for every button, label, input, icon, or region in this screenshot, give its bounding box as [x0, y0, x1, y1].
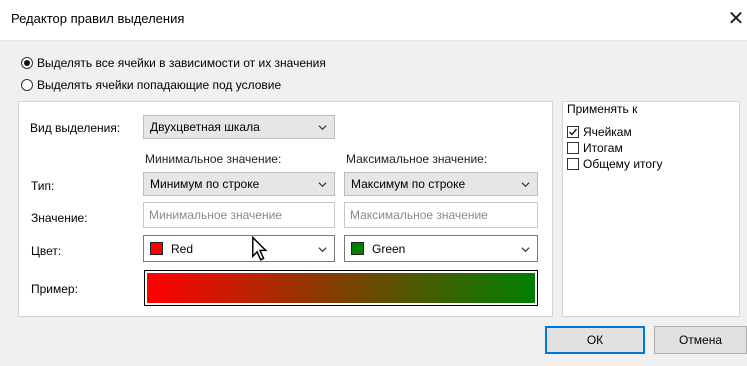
cancel-button[interactable]: Отмена — [654, 326, 747, 354]
min-type-dropdown[interactable]: Минимум по строке — [143, 172, 335, 196]
highlight-type-dropdown[interactable]: Двухцветная шкала — [143, 115, 335, 139]
close-icon[interactable]: ✕ — [725, 6, 747, 32]
highlight-type-label: Вид выделения: — [30, 121, 121, 135]
mouse-cursor-icon — [252, 236, 268, 261]
preview-label: Пример: — [31, 282, 78, 296]
max-value-header: Максимальное значение: — [346, 152, 488, 166]
max-color-name: Green — [372, 241, 406, 256]
max-type-dropdown[interactable]: Максимум по строке — [344, 172, 538, 196]
gradient-preview — [144, 270, 538, 306]
checkbox-checked-icon[interactable] — [567, 126, 579, 138]
min-color-dropdown[interactable]: Red — [143, 235, 335, 262]
radio-highlight-all-label: Выделять все ячейки в зависимости от их … — [37, 56, 326, 70]
min-value-placeholder: Минимальное значение — [149, 208, 282, 222]
type-label: Тип: — [31, 179, 55, 193]
max-color-dropdown[interactable]: Green — [344, 235, 538, 262]
max-value-input[interactable]: Максимальное значение — [344, 202, 538, 228]
apply-to-cells-label: Ячейкам — [583, 125, 632, 139]
radio-highlight-all[interactable]: Выделять все ячейки в зависимости от их … — [21, 56, 326, 70]
apply-to-cells-checkbox[interactable]: Ячейкам — [567, 125, 632, 139]
window-title: Редактор правил выделения — [11, 11, 185, 26]
radio-unchecked-icon[interactable] — [21, 79, 33, 91]
ok-button[interactable]: ОК — [545, 326, 645, 354]
chevron-down-icon — [521, 247, 530, 253]
radio-highlight-condition[interactable]: Выделять ячейки попадающие под условие — [21, 78, 281, 92]
apply-to-header: Применять к — [567, 102, 638, 116]
min-color-name: Red — [171, 241, 194, 256]
checkbox-unchecked-icon[interactable] — [567, 158, 579, 170]
chevron-down-icon — [521, 182, 530, 188]
gradient-preview-fill — [147, 273, 535, 303]
checkbox-unchecked-icon[interactable] — [567, 142, 579, 154]
radio-highlight-condition-label: Выделять ячейки попадающие под условие — [37, 78, 282, 92]
chevron-down-icon — [318, 247, 327, 253]
apply-to-grand-total-checkbox[interactable]: Общему итогу — [567, 157, 662, 171]
radio-checked-icon[interactable] — [21, 57, 33, 69]
min-type-value: Минимум по строке — [150, 177, 260, 191]
green-swatch-icon — [351, 242, 364, 255]
max-type-value: Максимум по строке — [351, 177, 466, 191]
apply-to-totals-label: Итогам — [583, 141, 623, 155]
chevron-down-icon — [318, 182, 327, 188]
chevron-down-icon — [318, 125, 327, 131]
value-label: Значение: — [31, 211, 88, 225]
title-bar: Редактор правил выделения ✕ — [0, 0, 747, 40]
max-value-placeholder: Максимальное значение — [350, 208, 488, 222]
apply-to-grand-total-label: Общему итогу — [583, 157, 663, 171]
highlight-type-value: Двухцветная шкала — [150, 120, 260, 134]
color-label: Цвет: — [31, 244, 62, 258]
min-value-input[interactable]: Минимальное значение — [143, 202, 335, 228]
apply-to-totals-checkbox[interactable]: Итогам — [567, 141, 623, 155]
red-swatch-icon — [150, 242, 163, 255]
min-value-header: Минимальное значение: — [145, 152, 282, 166]
